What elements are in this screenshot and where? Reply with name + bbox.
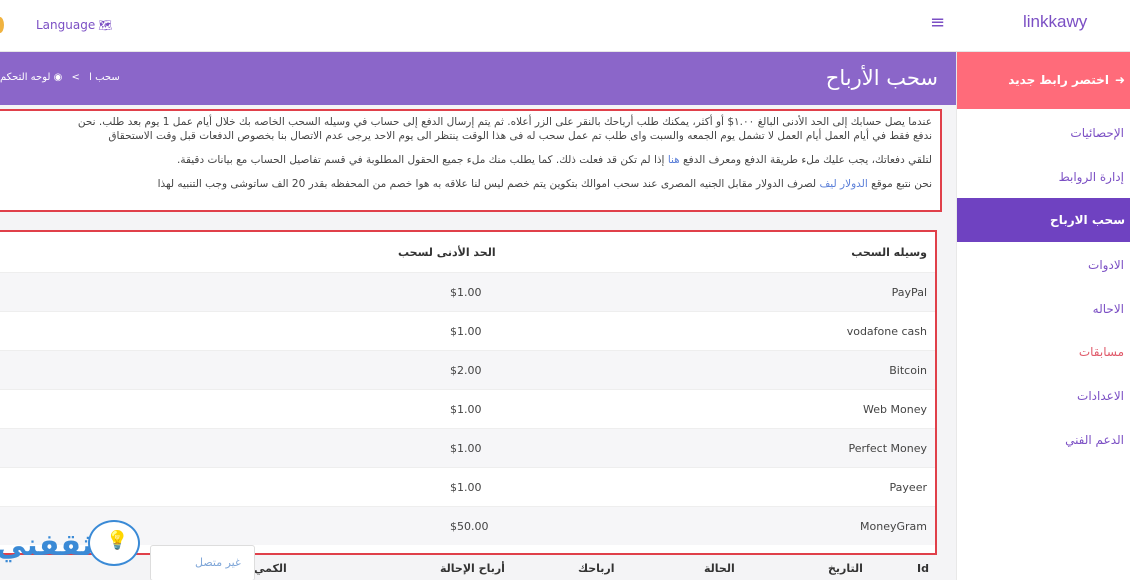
breadcrumb-current: سحب ا <box>89 72 120 83</box>
minimum-amount: $1.00 <box>450 286 482 299</box>
minimum-amount: $1.00 <box>450 403 482 416</box>
notice-line-4: نحن نتبع موقع الدولار ليف لصرف الدولار م… <box>0 177 932 191</box>
breadcrumb-home-label: لوحه التحكم <box>0 72 51 83</box>
breadcrumb: سحب ا > ◉ لوحه التحكم <box>0 72 120 83</box>
column-header-date: التاريخ <box>828 562 863 575</box>
page-title: سحب الأرباح <box>825 66 938 90</box>
watermark-text: ثقفني <box>0 528 94 563</box>
notice-line-3-text: لتلقي دفعاتك، يجب عليك ملء طريقة الدفع و… <box>679 154 932 166</box>
language-label: Language <box>36 18 96 32</box>
minimum-amount: $2.00 <box>450 364 482 377</box>
top-navbar: Language 🗺 ≡ linkkawy <box>0 0 1130 52</box>
method-name: vodafone cash <box>846 325 927 338</box>
table-row: Payeer $1.00 <box>0 467 935 506</box>
column-header-referral-earnings: أرباح الإحالة <box>440 562 505 575</box>
translate-icon: 🗺 <box>98 19 113 32</box>
table-row: Perfect Money $1.00 <box>0 428 935 467</box>
dollar-leaf-link[interactable]: الدولار ليف <box>819 178 867 190</box>
avatar[interactable] <box>0 17 4 33</box>
sidebar-item-contests[interactable]: مسابقات <box>1079 345 1124 359</box>
table-row: vodafone cash $1.00 <box>0 311 935 350</box>
column-header-minimum: الحد الأدنى لسحب <box>398 246 496 259</box>
breadcrumb-separator: > <box>71 72 80 83</box>
arrow-icon: ➜ <box>1114 73 1125 87</box>
sidebar-item-tools[interactable]: الادوات <box>1088 258 1124 272</box>
method-name: Payeer <box>889 481 927 494</box>
sidebar-item-support[interactable]: الدعم الفني <box>1065 433 1124 447</box>
notice-line-3-tail: إذا لم تكن قد فعلت ذلك. كما يطلب منك ملء… <box>176 154 668 166</box>
chat-status: غير متصل <box>195 556 241 569</box>
notice-line-4-tail: لصرف الدولار مقابل الجنيه المصرى عند سحب… <box>157 178 820 190</box>
method-name: Perfect Money <box>848 442 928 455</box>
table-row: PayPal $1.00 <box>0 272 935 311</box>
column-header-earnings: ارباحك <box>578 562 615 575</box>
sidebar-item-statistics[interactable]: الإحصائيات <box>1070 126 1124 140</box>
notice-line-1: عندما يصل حسابك إلى الحد الأدنى البالغ ‎… <box>77 116 932 128</box>
minimum-amount: $50.00 <box>450 520 489 533</box>
brand-logo[interactable]: linkkawy <box>1023 12 1087 32</box>
page-header-banner: سحب ا > ◉ لوحه التحكم سحب الأرباح <box>0 52 956 105</box>
sidebar-item-referrals[interactable]: الاحاله <box>1093 302 1124 316</box>
table-row: Web Money $1.00 <box>0 389 935 428</box>
method-name: Web Money <box>863 403 927 416</box>
language-selector[interactable]: Language 🗺 <box>36 18 112 32</box>
sidebar-item-manage-links[interactable]: إدارة الروابط <box>1059 170 1124 184</box>
watermark-logo: ثقفني 💡 <box>0 520 146 580</box>
sidebar-item-settings[interactable]: الاعدادات <box>1077 389 1124 403</box>
shorten-link-button[interactable]: اختصر رابط جديد ➜ <box>957 52 1130 109</box>
sidebar: اختصر رابط جديد ➜ الإحصائيات إدارة الرواب… <box>956 52 1130 580</box>
notice-line-3: لتلقي دفعاتك، يجب عليك ملء طريقة الدفع و… <box>0 153 932 167</box>
column-header-method: وسيله السحب <box>851 246 927 259</box>
payment-settings-link[interactable]: هنا <box>668 154 680 166</box>
live-chat-widget[interactable]: غير متصل <box>150 545 255 580</box>
method-name: Bitcoin <box>889 364 927 377</box>
method-name: MoneyGram <box>860 520 927 533</box>
minimum-amount: $1.00 <box>450 442 482 455</box>
withdraw-info-notice: عندما يصل حسابك إلى الحد الأدنى البالغ ‎… <box>0 109 942 212</box>
column-header-amount: الكمي <box>254 562 287 575</box>
sidebar-item-withdraw[interactable]: سحب الارباح <box>957 198 1130 242</box>
withdraw-methods-table: وسيله السحب الحد الأدنى لسحب PayPal $1.0… <box>0 230 937 555</box>
table-row: Bitcoin $2.00 <box>0 350 935 389</box>
shorten-link-label: اختصر رابط جديد <box>1008 73 1109 87</box>
lightbulb-icon: 💡 <box>88 520 140 566</box>
minimum-amount: $1.00 <box>450 481 482 494</box>
hamburger-menu-icon[interactable]: ≡ <box>930 12 945 33</box>
minimum-amount: $1.00 <box>450 325 482 338</box>
column-header-status: الحالة <box>704 562 735 575</box>
notice-line-4-text: نحن نتبع موقع <box>867 178 932 190</box>
method-name: PayPal <box>891 286 927 299</box>
notice-line-2: ندفع فقط في أيام العمل أيام العمل لا تشم… <box>108 130 932 142</box>
breadcrumb-home-link[interactable]: ◉ لوحه التحكم <box>0 72 62 83</box>
column-header-id: Id <box>917 562 929 575</box>
dashboard-icon: ◉ <box>53 72 63 83</box>
